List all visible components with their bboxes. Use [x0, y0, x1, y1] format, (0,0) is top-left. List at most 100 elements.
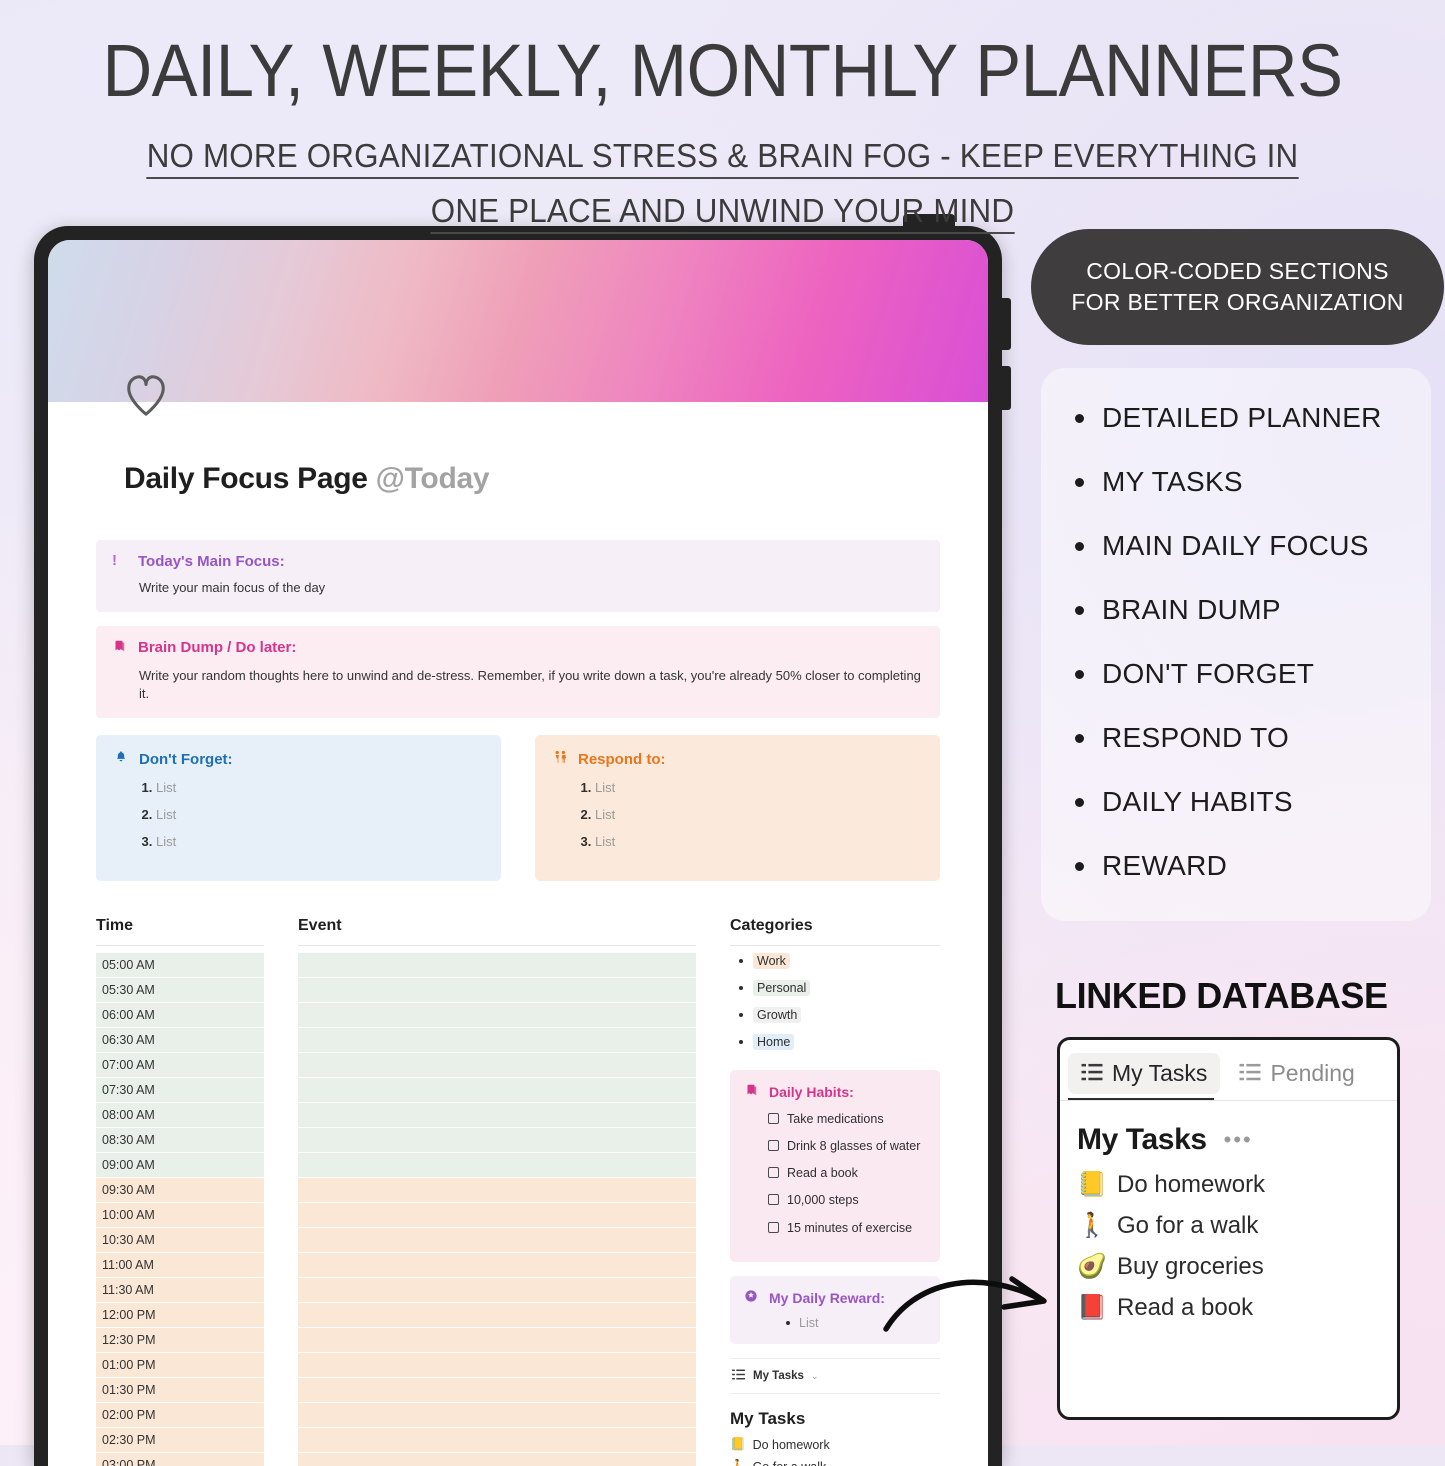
- time-cell[interactable]: 03:00 PM: [96, 1452, 264, 1466]
- respond-to-panel[interactable]: Respond to: List List List: [535, 735, 940, 881]
- tab-pending[interactable]: Pending: [1226, 1053, 1367, 1094]
- bullet-dot: [1075, 413, 1084, 423]
- habit-item[interactable]: 10,000 steps: [768, 1191, 926, 1209]
- linked-db-item[interactable]: 📕 Read a book: [1077, 1293, 1397, 1322]
- linked-db-item[interactable]: 📒 Do homework: [1077, 1170, 1397, 1199]
- task-item[interactable]: 🚶 Go for a walk: [730, 1459, 940, 1466]
- list-item[interactable]: List: [595, 834, 922, 849]
- task-emoji-icon: 🥑: [1077, 1253, 1107, 1280]
- category-item[interactable]: Personal: [730, 979, 940, 996]
- time-cell[interactable]: 12:00 PM: [96, 1302, 264, 1327]
- list-item[interactable]: List: [156, 807, 483, 822]
- event-cell[interactable]: [298, 977, 696, 1002]
- event-cell[interactable]: [298, 1127, 696, 1152]
- bullet-dot: [786, 1321, 790, 1326]
- category-item[interactable]: Work: [730, 952, 940, 969]
- time-cell[interactable]: 02:00 PM: [96, 1402, 264, 1427]
- habit-item[interactable]: Drink 8 glasses of water: [768, 1137, 926, 1155]
- time-cell[interactable]: 01:30 PM: [96, 1377, 264, 1402]
- list-item[interactable]: List: [595, 807, 922, 822]
- event-cell[interactable]: [298, 952, 696, 977]
- volume-up-button[interactable]: [1001, 298, 1011, 350]
- event-cell[interactable]: [298, 1302, 696, 1327]
- book-icon: [744, 1083, 760, 1102]
- tab-my-tasks[interactable]: My Tasks: [1068, 1053, 1221, 1094]
- brain-dump-callout[interactable]: Brain Dump / Do later: Write your random…: [96, 626, 940, 719]
- time-cell[interactable]: 10:00 AM: [96, 1202, 264, 1227]
- time-cell[interactable]: 09:30 AM: [96, 1177, 264, 1202]
- checkbox[interactable]: [768, 1113, 779, 1125]
- my-tasks-list: 📒Do homework🚶Go for a walk🥑Buy groceries…: [730, 1437, 940, 1466]
- habit-item[interactable]: Take medications: [768, 1110, 926, 1128]
- callout-body[interactable]: Write your random thoughts here to unwin…: [139, 667, 924, 703]
- time-cell[interactable]: 12:30 PM: [96, 1327, 264, 1352]
- event-cell[interactable]: [298, 1202, 696, 1227]
- time-cell[interactable]: 01:00 PM: [96, 1352, 264, 1377]
- exclamation-icon: !: [112, 552, 117, 569]
- time-cell[interactable]: 08:30 AM: [96, 1127, 264, 1152]
- event-cell[interactable]: [298, 1327, 696, 1352]
- event-cell[interactable]: [298, 1102, 696, 1127]
- task-label: Go for a walk: [753, 1460, 827, 1466]
- time-cell[interactable]: 07:00 AM: [96, 1052, 264, 1077]
- time-cell[interactable]: 02:30 PM: [96, 1427, 264, 1452]
- time-cell[interactable]: 05:00 AM: [96, 952, 264, 977]
- event-cell[interactable]: [298, 1252, 696, 1277]
- linked-database-toolbar[interactable]: My Tasks ⌄: [730, 1358, 940, 1395]
- chevron-down-icon[interactable]: ⌄: [811, 1371, 819, 1382]
- linked-db-item-label: Go for a walk: [1117, 1211, 1259, 1239]
- bullet-dot: [1075, 605, 1084, 615]
- time-cell[interactable]: 11:00 AM: [96, 1252, 264, 1277]
- category-label: Growth: [753, 1006, 802, 1023]
- feature-list-item: DETAILED PLANNER: [1075, 402, 1431, 434]
- event-cell[interactable]: [298, 1152, 696, 1177]
- daily-habits-callout[interactable]: Daily Habits: Take medications Drink 8 gl…: [730, 1069, 940, 1262]
- event-cell[interactable]: [298, 1002, 696, 1027]
- category-item[interactable]: Home: [730, 1033, 940, 1050]
- event-column-header: Event: [298, 917, 696, 946]
- event-cell[interactable]: [298, 1377, 696, 1402]
- feature-list-item: MY TASKS: [1075, 466, 1431, 498]
- time-cell[interactable]: 11:30 AM: [96, 1277, 264, 1302]
- event-cell[interactable]: [298, 1027, 696, 1052]
- event-cell[interactable]: [298, 1277, 696, 1302]
- event-cell[interactable]: [298, 1452, 696, 1466]
- event-cell[interactable]: [298, 1427, 696, 1452]
- event-cell[interactable]: [298, 1227, 696, 1252]
- notion-page-title[interactable]: Daily Focus Page @Today: [124, 462, 958, 496]
- event-cell[interactable]: [298, 1052, 696, 1077]
- pointer-arrow-icon: [883, 1276, 1047, 1332]
- checkbox[interactable]: [768, 1167, 779, 1179]
- category-label: Work: [753, 952, 790, 969]
- list-item[interactable]: List: [156, 780, 483, 795]
- time-cell[interactable]: 05:30 AM: [96, 977, 264, 1002]
- more-options-icon[interactable]: •••: [1224, 1127, 1253, 1153]
- event-cell[interactable]: [298, 1177, 696, 1202]
- checkbox[interactable]: [768, 1221, 779, 1233]
- todays-main-focus-callout[interactable]: ! Today's Main Focus: Write your main fo…: [96, 540, 940, 613]
- callout-body[interactable]: Write your main focus of the day: [139, 579, 924, 597]
- time-cell[interactable]: 08:00 AM: [96, 1102, 264, 1127]
- event-cell[interactable]: [298, 1077, 696, 1102]
- time-cell[interactable]: 07:30 AM: [96, 1077, 264, 1102]
- habit-item[interactable]: 15 minutes of exercise: [768, 1219, 926, 1237]
- tablet-screen: Daily Focus Page @Today ! Today's Main F…: [48, 240, 988, 1466]
- list-item[interactable]: List: [156, 834, 483, 849]
- habit-item[interactable]: Read a book: [768, 1164, 926, 1182]
- time-cell[interactable]: 10:30 AM: [96, 1227, 264, 1252]
- time-cell[interactable]: 09:00 AM: [96, 1152, 264, 1177]
- event-cell[interactable]: [298, 1402, 696, 1427]
- time-cell[interactable]: 06:30 AM: [96, 1027, 264, 1052]
- checkbox[interactable]: [768, 1140, 779, 1152]
- time-cell[interactable]: 06:00 AM: [96, 1002, 264, 1027]
- volume-down-button[interactable]: [1001, 366, 1011, 410]
- event-cell[interactable]: [298, 1352, 696, 1377]
- checkbox[interactable]: [768, 1194, 779, 1206]
- linked-db-item[interactable]: 🥑 Buy groceries: [1077, 1252, 1397, 1281]
- category-item[interactable]: Growth: [730, 1006, 940, 1023]
- page-title-text: Daily Focus Page: [124, 462, 368, 495]
- linked-db-item[interactable]: 🚶 Go for a walk: [1077, 1211, 1397, 1240]
- list-item[interactable]: List: [595, 780, 922, 795]
- page-title-mention: @Today: [375, 462, 490, 495]
- dont-forget-panel[interactable]: Don't Forget: List List List: [96, 735, 501, 881]
